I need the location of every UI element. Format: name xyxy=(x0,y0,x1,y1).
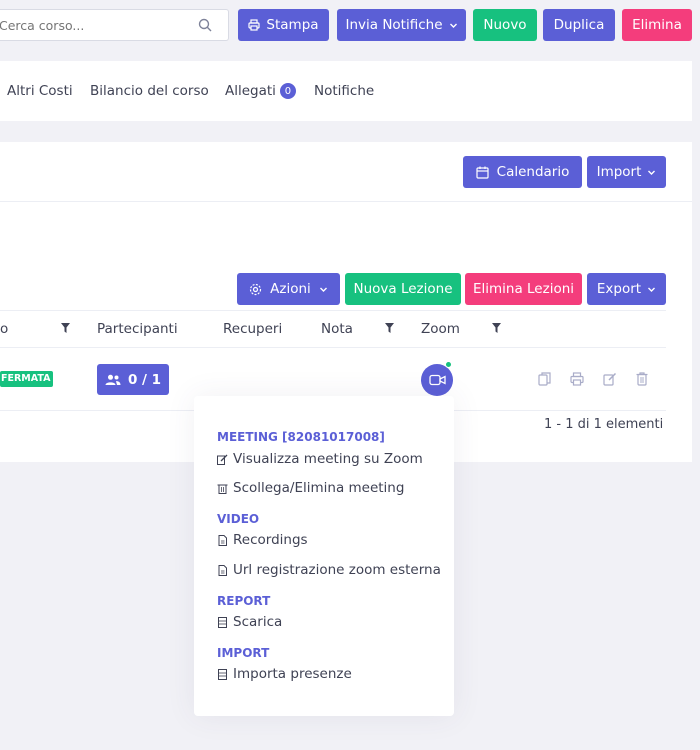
video-camera-icon xyxy=(428,374,446,386)
meeting-section-header: MEETING [82081017008] xyxy=(217,430,385,444)
column-header-recuperi[interactable]: Recuperi xyxy=(223,321,282,337)
column-header-partecipanti[interactable]: Partecipanti xyxy=(97,321,178,337)
pagination-info: 1 - 1 di 1 elementi xyxy=(544,417,664,432)
column-header-partial[interactable]: o xyxy=(0,321,8,337)
chevron-down-icon xyxy=(449,23,457,28)
actions-button[interactable]: Azioni xyxy=(237,273,340,305)
card-header-divider xyxy=(0,201,692,202)
download-report-label: Scarica xyxy=(233,614,283,630)
send-notifications-button[interactable]: Invia Notifiche xyxy=(337,9,466,41)
view-meeting-on-zoom-item[interactable]: Visualizza meeting su Zoom xyxy=(217,451,423,467)
external-recording-url-label: Url registrazione zoom esterna xyxy=(233,562,441,578)
file-icon xyxy=(218,534,227,546)
new-lesson-label: Nuova Lezione xyxy=(353,281,453,297)
external-recording-url-item[interactable]: Url registrazione zoom esterna xyxy=(217,562,441,578)
chevron-down-icon xyxy=(648,287,656,292)
duplicate-label: Duplica xyxy=(553,17,605,33)
report-section-header: REPORT xyxy=(217,594,271,608)
trash-icon xyxy=(217,484,228,494)
import-section-header: IMPORT xyxy=(217,646,270,660)
video-section-header: VIDEO xyxy=(217,512,260,526)
calendar-icon xyxy=(476,166,489,179)
tab-allegati[interactable]: Allegati 0 xyxy=(225,83,296,99)
new-lesson-button[interactable]: Nuova Lezione xyxy=(345,273,461,305)
delete-label: Elimina xyxy=(632,17,682,33)
import-attendance-label: Importa presenze xyxy=(233,666,352,682)
printer-icon[interactable] xyxy=(570,372,584,386)
print-label: Stampa xyxy=(266,17,319,33)
calendar-button[interactable]: Calendario xyxy=(463,156,582,188)
delete-lessons-label: Elimina Lezioni xyxy=(472,281,575,297)
status-badge: FERMATA xyxy=(0,371,54,387)
edit-icon xyxy=(217,454,228,465)
filter-icon[interactable] xyxy=(492,323,501,333)
recordings-label: Recordings xyxy=(233,532,308,548)
unlink-delete-meeting-item[interactable]: Scollega/Elimina meeting xyxy=(217,480,404,496)
actions-label: Azioni xyxy=(270,281,311,297)
copy-icon[interactable] xyxy=(538,372,551,386)
delete-button[interactable]: Elimina xyxy=(622,9,692,41)
filter-icon[interactable] xyxy=(61,323,70,333)
tab-altri-costi[interactable]: Altri Costi xyxy=(7,83,73,99)
download-report-item[interactable]: Scarica xyxy=(217,614,282,630)
table-header-top-border xyxy=(0,310,666,311)
users-icon xyxy=(105,374,121,385)
calendar-label: Calendario xyxy=(496,164,570,180)
unlink-delete-meeting-label: Scollega/Elimina meeting xyxy=(233,480,405,496)
duplicate-button[interactable]: Duplica xyxy=(543,9,615,41)
tab-bilancio-del-corso[interactable]: Bilancio del corso xyxy=(90,83,209,99)
search-box[interactable] xyxy=(0,9,229,41)
delete-lessons-button[interactable]: Elimina Lezioni xyxy=(465,273,582,305)
trash-icon[interactable] xyxy=(636,372,648,386)
new-label: Nuovo xyxy=(483,17,527,33)
online-status-dot xyxy=(445,361,452,368)
view-meeting-label: Visualizza meeting su Zoom xyxy=(233,451,423,467)
import-button[interactable]: Import xyxy=(587,156,666,188)
chevron-down-icon xyxy=(648,170,656,175)
zoom-meeting-button[interactable] xyxy=(421,364,453,396)
spreadsheet-icon xyxy=(218,616,227,628)
recordings-item[interactable]: Recordings xyxy=(217,532,308,548)
tab-notifiche[interactable]: Notifiche xyxy=(314,83,374,99)
participants-button[interactable]: 0 / 1 xyxy=(97,364,169,395)
new-button[interactable]: Nuovo xyxy=(473,9,537,41)
import-label: Import xyxy=(596,164,642,180)
send-notifications-label: Invia Notifiche xyxy=(345,17,443,33)
chevron-down-icon xyxy=(319,287,327,292)
column-header-nota[interactable]: Nota xyxy=(321,321,353,337)
tab-allegati-label: Allegati xyxy=(225,83,276,99)
export-button[interactable]: Export xyxy=(587,273,666,305)
attachments-count-badge: 0 xyxy=(279,83,296,99)
import-attendance-item[interactable]: Importa presenze xyxy=(217,666,352,682)
print-button[interactable]: Stampa xyxy=(238,9,329,41)
printer-icon xyxy=(248,19,261,31)
filter-icon[interactable] xyxy=(385,323,394,333)
search-input[interactable] xyxy=(0,16,189,34)
gear-icon xyxy=(250,283,262,295)
file-icon xyxy=(218,564,227,576)
participants-count: 0 / 1 xyxy=(127,371,162,388)
spreadsheet-icon xyxy=(218,668,227,680)
edit-icon[interactable] xyxy=(603,372,617,386)
export-label: Export xyxy=(596,281,642,297)
search-icon[interactable] xyxy=(198,18,212,32)
column-header-zoom[interactable]: Zoom xyxy=(421,321,460,337)
